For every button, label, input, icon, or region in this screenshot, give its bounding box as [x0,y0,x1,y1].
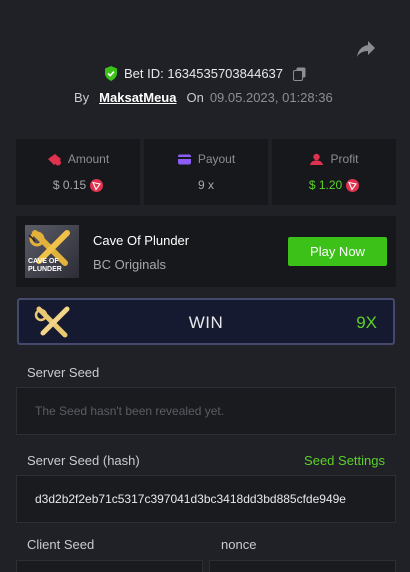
on-label: On [186,90,204,105]
trx-coin-icon [90,178,104,192]
amount-stat: Amount $ 0.15 [16,139,140,205]
bet-author-row: By MaksatMeua On 09.05.2023, 01:28:36 [74,90,333,105]
nonce-field[interactable] [209,560,396,572]
client-seed-field[interactable] [16,560,203,572]
game-card: CAVE OF PLUNDER Cave Of Plunder BC Origi… [16,216,396,287]
bet-id-row: Bet ID: 1634535703844637 [0,66,410,81]
trx-coin-icon [346,178,360,192]
payout-value: 9 x [197,178,214,192]
win-result-banner: WIN 9X [17,298,395,345]
nonce-label: nonce [221,537,257,552]
server-seed-hash-field[interactable]: d3d2b2f2eb71c5317c397041d3bc3418dd3bd885… [16,475,396,523]
profit-value: $ 1.20 [308,178,343,192]
copy-icon[interactable] [293,67,306,81]
game-provider: BC Originals [93,257,166,272]
amount-icon [47,153,61,165]
win-multiplier: 9X [356,313,377,332]
play-now-button[interactable]: Play Now [288,237,387,266]
server-seed-label: Server Seed [27,365,100,380]
payout-label: Payout [197,152,236,166]
bet-id: Bet ID: 1634535703844637 [123,66,284,81]
win-label: WIN [188,313,224,332]
amount-label: Amount [67,152,110,166]
amount-value: $ 0.15 [52,178,87,192]
server-seed-field: The Seed hasn't been revealed yet. [16,387,396,435]
profit-label: Profit [330,152,359,166]
by-label: By [74,90,90,105]
profit-icon [310,153,324,165]
game-thumbnail-text: CAVE OF PLUNDER [28,258,62,273]
game-title[interactable]: Cave Of Plunder [93,233,189,248]
server-seed-hash-label: Server Seed (hash) [27,453,140,468]
username-link[interactable]: MaksatMeua [99,90,176,105]
seed-settings-link[interactable]: Seed Settings [304,453,385,468]
share-icon[interactable] [356,40,376,58]
profit-stat: Profit $ 1.20 [272,139,396,205]
bet-datetime: 09.05.2023, 01:28:36 [209,90,333,105]
payout-card-icon [177,154,191,164]
game-thumbnail[interactable]: CAVE OF PLUNDER [25,225,79,278]
verified-shield-icon [104,66,117,81]
payout-stat: Payout 9 x [144,139,268,205]
bet-stats: Amount $ 0.15 Payout 9 x Profit $ 1.20 [16,139,396,205]
client-seed-label: Client Seed [27,537,95,552]
